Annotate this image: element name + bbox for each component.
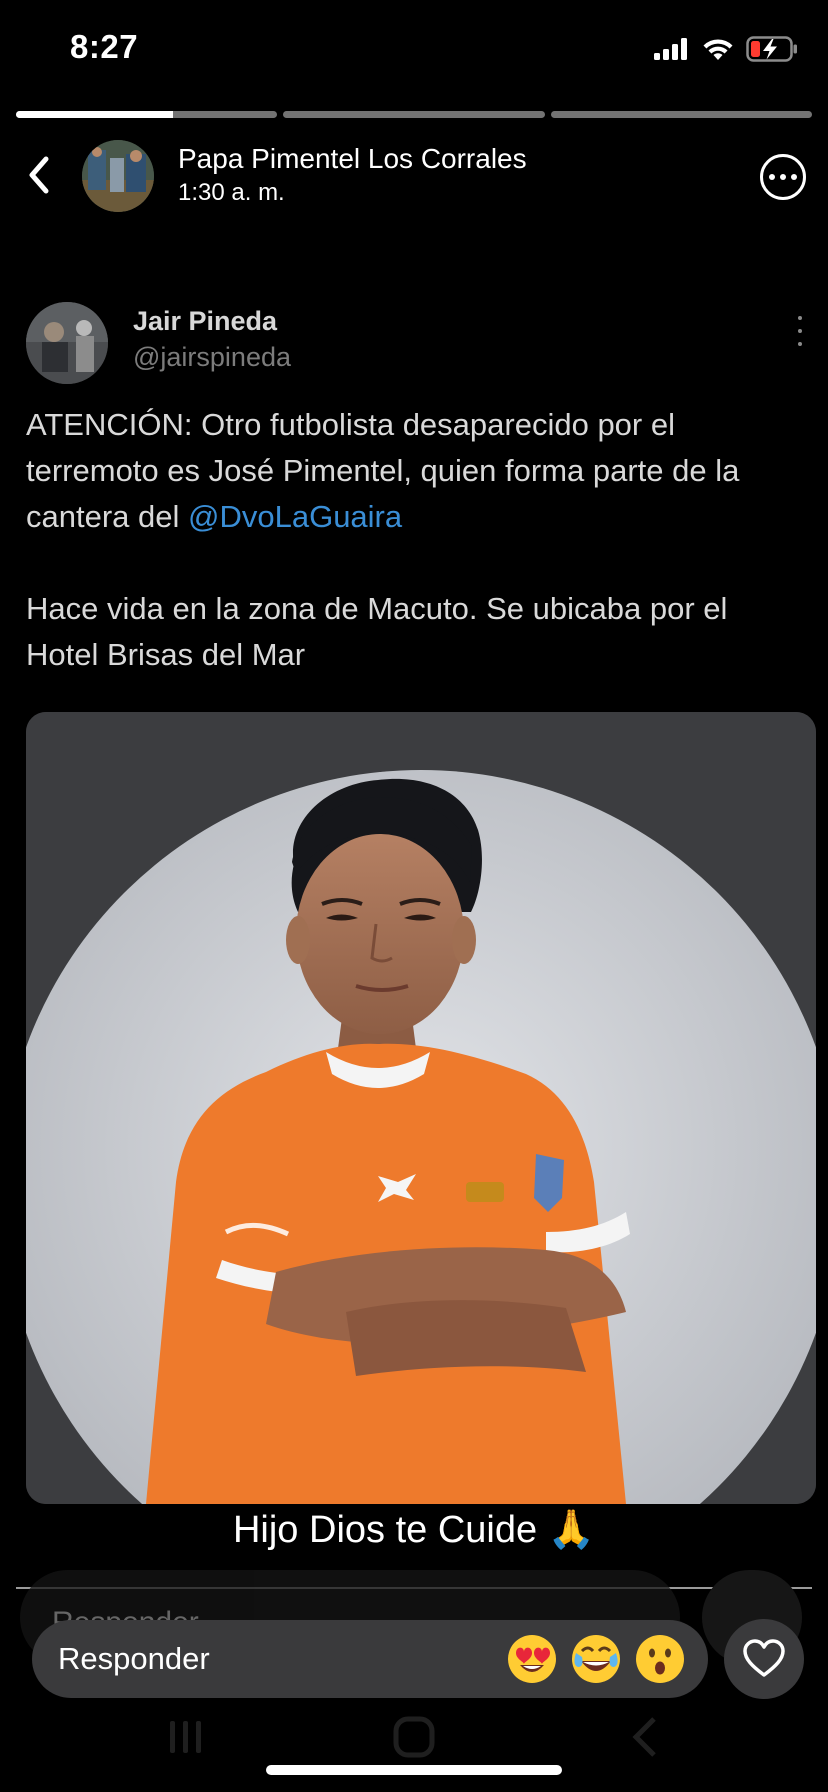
story-caption: Hijo Dios te Cuide 🙏 — [232, 1509, 595, 1551]
battery-charging-icon — [746, 36, 797, 62]
like-heart-button[interactable] — [724, 1619, 804, 1699]
progress-fill — [16, 111, 173, 118]
story-header: Papa Pimentel Los Corrales 1:30 a. m. — [0, 135, 828, 220]
heart-outline-icon — [743, 1639, 785, 1677]
astonished-emoji[interactable] — [632, 1631, 688, 1687]
heart-eyes-emoji[interactable] — [504, 1631, 560, 1687]
status-icons — [654, 34, 798, 64]
story-timestamp: 1:30 a. m. — [178, 179, 285, 206]
reply-input[interactable]: Responder — [32, 1620, 708, 1698]
tears-of-joy-emoji[interactable] — [568, 1631, 624, 1687]
story-progress — [16, 111, 812, 119]
home-indicator[interactable] — [266, 1765, 562, 1775]
tweet-author-handle: @jairspineda — [133, 342, 291, 372]
more-options-icon[interactable] — [760, 154, 806, 200]
progress-segment — [550, 111, 812, 118]
progress-segment — [283, 111, 545, 118]
avatar[interactable] — [82, 140, 154, 212]
tweet-photo — [26, 712, 816, 1504]
tweet-more-icon — [796, 316, 804, 346]
tweet-mention: @DvoLaGuaira — [188, 499, 403, 534]
signal-icon — [654, 38, 687, 60]
status-bar: 8:27 — [0, 0, 828, 100]
nav-back-icon — [632, 1717, 656, 1757]
status-time: 8:27 — [70, 28, 139, 65]
back-icon[interactable] — [22, 153, 56, 197]
reply-placeholder: Responder — [58, 1641, 210, 1676]
progress-segment — [16, 111, 278, 118]
tweet-avatar — [26, 302, 108, 384]
tweet-text: ATENCIÓN: Otro futbolista desaparecido p… — [26, 402, 806, 678]
nav-recents-icon — [170, 1721, 201, 1753]
tweet-paragraph: Hace vida en la zona de Macuto. Se ubica… — [26, 591, 728, 672]
nav-home-icon — [393, 1716, 435, 1758]
wifi-icon — [703, 39, 733, 60]
tweet-author-name: Jair Pineda — [133, 306, 278, 336]
story-author-name[interactable]: Papa Pimentel Los Corrales — [178, 143, 527, 175]
